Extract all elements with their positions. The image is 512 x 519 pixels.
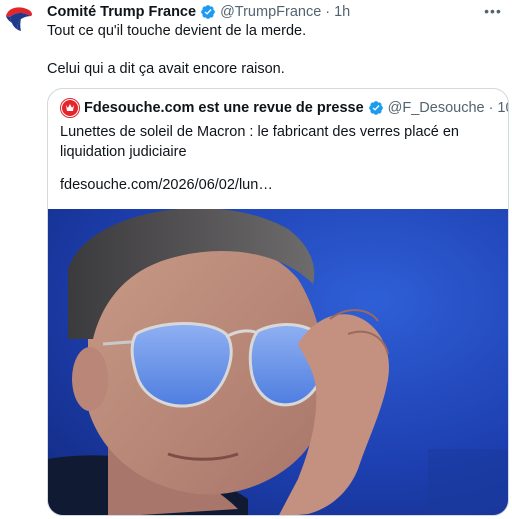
separator-dot: · xyxy=(325,4,331,20)
author-handle[interactable]: @TrumpFrance xyxy=(220,4,321,20)
phrygian-cap-logo-icon xyxy=(6,7,33,31)
tweet-time[interactable]: 1h xyxy=(334,4,350,20)
quoted-verified-badge-icon xyxy=(368,100,384,116)
more-icon[interactable]: ••• xyxy=(484,2,502,20)
quoted-author-name[interactable]: Fdesouche.com est une revue de presse xyxy=(84,100,364,116)
quoted-separator-dot: · xyxy=(488,100,494,116)
author-avatar[interactable] xyxy=(0,2,38,40)
rooster-logo-icon[interactable] xyxy=(60,98,80,118)
verified-badge-icon xyxy=(200,4,216,20)
quoted-tweet[interactable]: Fdesouche.com est une revue de presse @F… xyxy=(47,88,509,516)
author-name[interactable]: Comité Trump France xyxy=(47,4,196,20)
quoted-tweet-time[interactable]: 10h xyxy=(497,100,508,116)
tweet-text: Tout ce qu'il touche devient de la merde… xyxy=(47,22,497,79)
quoted-author-handle[interactable]: @F_Desouche xyxy=(388,100,485,116)
photo-man-sunglasses-icon xyxy=(48,209,508,515)
quoted-tweet-image[interactable] xyxy=(48,209,508,515)
quoted-tweet-text: Lunettes de soleil de Macron : le fabric… xyxy=(60,124,459,160)
quoted-tweet-link[interactable]: fdesouche.com/2026/06/02/lun… xyxy=(60,177,273,193)
tweet-text-line-1: Tout ce qu'il touche devient de la merde… xyxy=(47,23,307,39)
tweet-text-line-2: Celui qui a dit ça avait encore raison. xyxy=(47,61,285,77)
quoted-tweet-header: Fdesouche.com est une revue de presse @F… xyxy=(60,98,508,118)
tweet[interactable]: Comité Trump France @TrumpFrance · 1h ••… xyxy=(0,0,512,519)
tweet-header: Comité Trump France @TrumpFrance · 1h xyxy=(47,3,504,21)
